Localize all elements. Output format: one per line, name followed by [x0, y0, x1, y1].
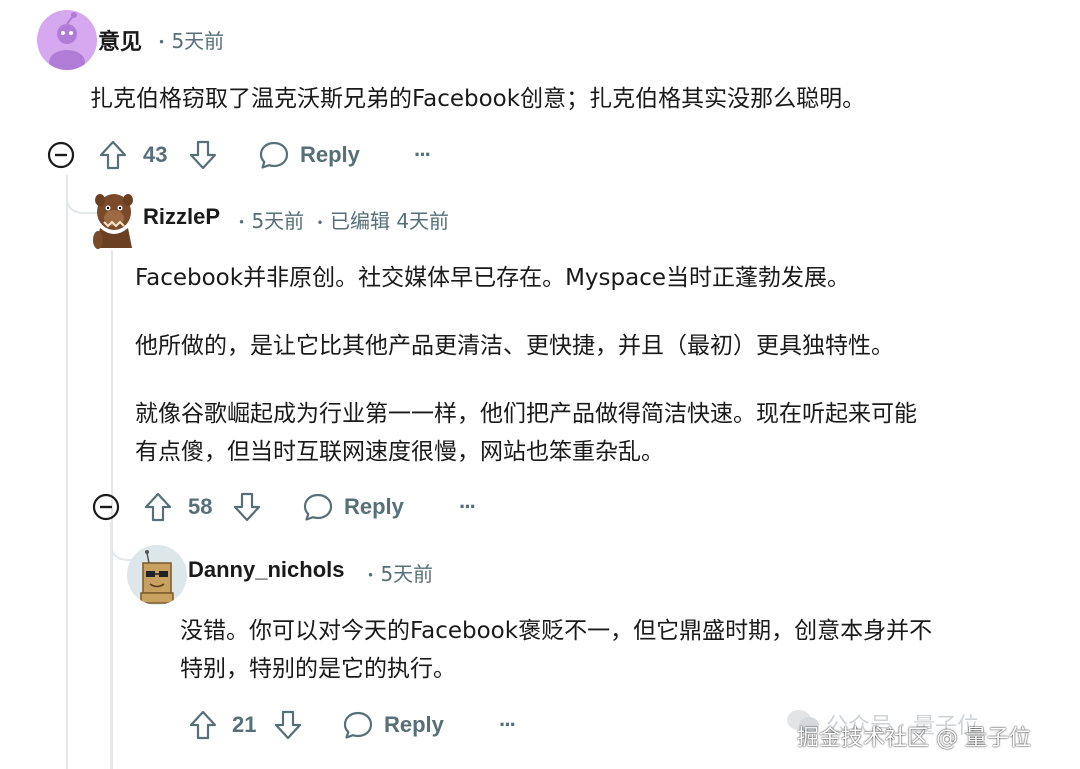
- avatar[interactable]: [127, 545, 187, 605]
- edited-label: 已编辑 4天前: [329, 209, 450, 233]
- upvote-icon[interactable]: [143, 491, 173, 523]
- more-options-button[interactable]: ···: [499, 712, 517, 738]
- comment-body: 没错。你可以对今天的Facebook褒贬不一，但它鼎盛时期，创意本身并不: [180, 618, 933, 644]
- more-options-button[interactable]: ···: [414, 142, 432, 168]
- vote-count: 21: [232, 712, 257, 737]
- more-options-button[interactable]: ···: [459, 494, 477, 520]
- comment-bubble-icon: [343, 711, 373, 739]
- reply-label: Reply: [300, 142, 360, 167]
- comment-bubble-icon: [303, 493, 333, 521]
- more-icon: ···: [459, 494, 477, 519]
- watermark-text: 掘金技术社区 @ 量子位: [797, 726, 1031, 751]
- meta-separator: •: [316, 215, 324, 230]
- comment-author[interactable]: RizzleP: [143, 204, 220, 230]
- comment-body: 就像谷歌崛起成为行业第一一样，他们把产品做得简洁快速。现在听起来可能: [135, 401, 917, 427]
- reply-button[interactable]: Reply: [342, 709, 444, 741]
- comment-meta: • 5天前: [367, 558, 433, 587]
- more-icon: ···: [499, 712, 517, 737]
- comment-time[interactable]: 5天前: [380, 562, 433, 586]
- downvote-icon[interactable]: [188, 139, 218, 171]
- comment-body: 他所做的，是让它比其他产品更清洁、更快捷，并且（最初）更具独特性。: [135, 333, 894, 359]
- comment-meta: • 5天前 • 已编辑 4天前: [238, 205, 449, 234]
- reply-label: Reply: [344, 494, 404, 519]
- more-icon: ···: [414, 142, 432, 167]
- avatar[interactable]: [86, 188, 142, 252]
- upvote-icon[interactable]: [98, 139, 128, 171]
- meta-separator: •: [238, 215, 246, 230]
- upvote-icon[interactable]: [188, 709, 218, 741]
- downvote-icon[interactable]: [232, 491, 262, 523]
- vote-count: 58: [188, 494, 213, 519]
- comment-bubble-icon: [259, 141, 289, 169]
- collapse-icon[interactable]: [47, 141, 75, 169]
- comment-body: 扎克伯格窃取了温克沃斯兄弟的Facebook创意；扎克伯格其实没那么聪明。: [90, 86, 866, 112]
- comment-body: 有点傻，但当时互联网速度很慢，网站也笨重杂乱。: [135, 439, 664, 465]
- comment-author[interactable]: 意见: [98, 24, 142, 56]
- comment-body: Facebook并非原创。社交媒体早已存在。Myspace当时正蓬勃发展。: [135, 265, 850, 291]
- comment-author[interactable]: Danny_nichols: [188, 557, 344, 583]
- comment-body: 特别，特别的是它的执行。: [180, 656, 456, 682]
- meta-separator: •: [367, 568, 375, 583]
- thread-line-level1: [66, 175, 68, 769]
- reply-label: Reply: [384, 712, 444, 737]
- reply-button[interactable]: Reply: [302, 491, 404, 523]
- collapse-icon[interactable]: [92, 493, 120, 521]
- downvote-icon[interactable]: [273, 709, 303, 741]
- reply-button[interactable]: Reply: [258, 139, 360, 171]
- comment-time[interactable]: 5天前: [171, 29, 224, 53]
- comment-time[interactable]: 5天前: [251, 209, 304, 233]
- avatar[interactable]: [37, 10, 97, 70]
- vote-count: 43: [143, 142, 168, 167]
- comment-meta: • 5天前: [158, 25, 224, 54]
- meta-separator: •: [158, 35, 166, 50]
